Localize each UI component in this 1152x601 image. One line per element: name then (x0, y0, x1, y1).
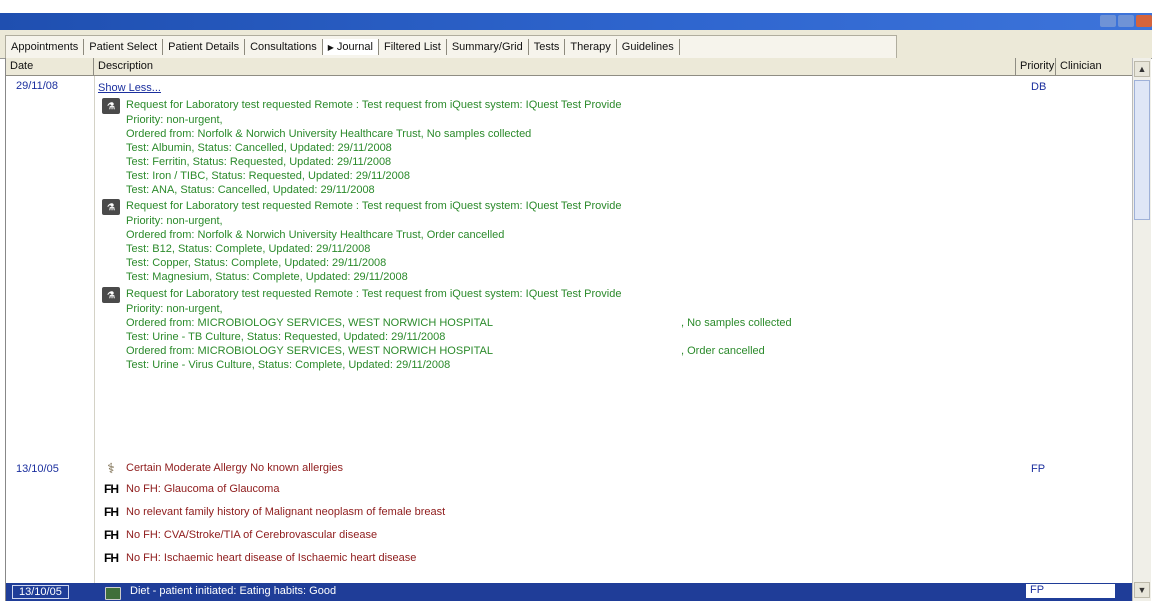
selected-journal-row[interactable]: 13/10/05 Diet - patient initiated: Eatin… (6, 583, 1133, 601)
entry-date: 13/10/05 (12, 585, 69, 599)
lab-request-line: Priority: non-urgent, (126, 303, 223, 315)
lab-request-status: , Order cancelled (681, 345, 765, 357)
tab-summary-grid[interactable]: Summary/Grid (447, 39, 529, 55)
tab-therapy[interactable]: Therapy (565, 39, 617, 55)
lab-request-line: Ordered from: Norfolk & Norwich Universi… (126, 229, 505, 241)
lab-request-icon: ⚗ (102, 287, 120, 303)
tab-patient-details[interactable]: Patient Details (163, 39, 246, 55)
journal-grid: Date Description Priority Clinician 29/1… (5, 58, 1133, 601)
tab-tests[interactable]: Tests (529, 39, 566, 55)
tab-appointments[interactable]: Appointments (6, 39, 85, 55)
lab-request-line: Test: Urine - Virus Culture, Status: Com… (126, 359, 451, 371)
minimize-button[interactable] (1100, 15, 1116, 27)
column-header-priority[interactable]: Priority (1016, 58, 1056, 76)
vertical-scrollbar[interactable]: ▲ ▼ (1132, 58, 1151, 601)
entry-description: Diet - patient initiated: Eating habits:… (130, 585, 337, 597)
scroll-down-button[interactable]: ▼ (1134, 582, 1150, 598)
allergy-text: Certain Moderate Allergy No known allerg… (126, 462, 344, 474)
tab-strip: Appointments Patient Select Patient Deta… (5, 35, 897, 58)
family-history-text: No FH: CVA/Stroke/TIA of Cerebrovascular… (126, 529, 378, 541)
lab-request-line: Test: Iron / TIBC, Status: Requested, Up… (126, 170, 410, 182)
maximize-button[interactable] (1118, 15, 1134, 27)
active-tab-arrow-icon: ▶ (327, 43, 334, 52)
journal-entry-row[interactable]: 13/10/05 FP ⚕ Certain Moderate Allergy N… (6, 457, 1133, 571)
lab-request-line: Test: Urine - TB Culture, Status: Reques… (126, 331, 446, 343)
family-history-icon: FH (104, 528, 119, 542)
lab-request-line: Test: Ferritin, Status: Requested, Updat… (126, 156, 392, 168)
diet-icon (104, 585, 122, 601)
family-history-text: No FH: Ischaemic heart disease of Ischae… (126, 552, 417, 564)
tab-row: Appointments Patient Select Patient Deta… (0, 30, 1152, 59)
lab-request-line: Priority: non-urgent, (126, 215, 223, 227)
scroll-thumb[interactable] (1134, 80, 1150, 220)
entry-clinician: FP (1031, 463, 1046, 475)
entry-clinician: DB (1031, 81, 1047, 93)
lab-request-line: Test: Copper, Status: Complete, Updated:… (126, 257, 387, 269)
lab-request-line: Priority: non-urgent, (126, 114, 223, 126)
lab-request-line: Test: ANA, Status: Cancelled, Updated: 2… (126, 184, 375, 196)
lab-request-icon: ⚗ (102, 199, 120, 215)
tab-journal[interactable]: ▶ Journal (322, 39, 379, 55)
lab-request-line: Test: B12, Status: Complete, Updated: 29… (126, 243, 371, 255)
column-header-clinician[interactable]: Clinician (1056, 58, 1133, 76)
journal-entry-row[interactable]: 29/11/08 DB Show Less... ⚗ Request for L… (6, 76, 1133, 448)
tab-guidelines[interactable]: Guidelines (617, 39, 680, 55)
entry-clinician: FP (1026, 584, 1115, 598)
lab-request-line: Request for Laboratory test requested Re… (126, 99, 622, 111)
lab-request-line: Request for Laboratory test requested Re… (126, 288, 622, 300)
family-history-text: No FH: Glaucoma of Glaucoma (126, 483, 280, 495)
scroll-up-button[interactable]: ▲ (1134, 61, 1150, 77)
lab-request-line: Test: Magnesium, Status: Complete, Updat… (126, 271, 408, 283)
entry-date: 29/11/08 (16, 80, 59, 92)
lab-request-icon: ⚗ (102, 98, 120, 114)
lab-request-status: , No samples collected (681, 317, 792, 329)
show-less-link[interactable]: Show Less... (98, 82, 161, 94)
lab-request-line: Test: Albumin, Status: Cancelled, Update… (126, 142, 392, 154)
tab-consultations[interactable]: Consultations (245, 39, 323, 55)
lab-request-line: Ordered from: MICROBIOLOGY SERVICES, WES… (126, 345, 493, 357)
family-history-icon: FH (104, 551, 119, 565)
column-header-date[interactable]: Date (6, 58, 94, 76)
entry-date: 13/10/05 (16, 463, 59, 475)
family-history-icon: FH (104, 482, 119, 496)
close-button[interactable] (1136, 15, 1152, 27)
lab-request-line: Request for Laboratory test requested Re… (126, 200, 622, 212)
tab-filtered-list[interactable]: Filtered List (379, 39, 447, 55)
tab-journal-label: Journal (336, 41, 373, 53)
allergy-icon: ⚕ (107, 459, 115, 476)
tab-patient-select[interactable]: Patient Select (84, 39, 164, 55)
lab-request-line: Ordered from: Norfolk & Norwich Universi… (126, 128, 532, 140)
family-history-icon: FH (104, 505, 119, 519)
column-header-description[interactable]: Description (94, 58, 1016, 76)
family-history-text: No relevant family history of Malignant … (126, 506, 446, 518)
lab-request-line: Ordered from: MICROBIOLOGY SERVICES, WES… (126, 317, 493, 329)
title-bar (0, 13, 1152, 30)
